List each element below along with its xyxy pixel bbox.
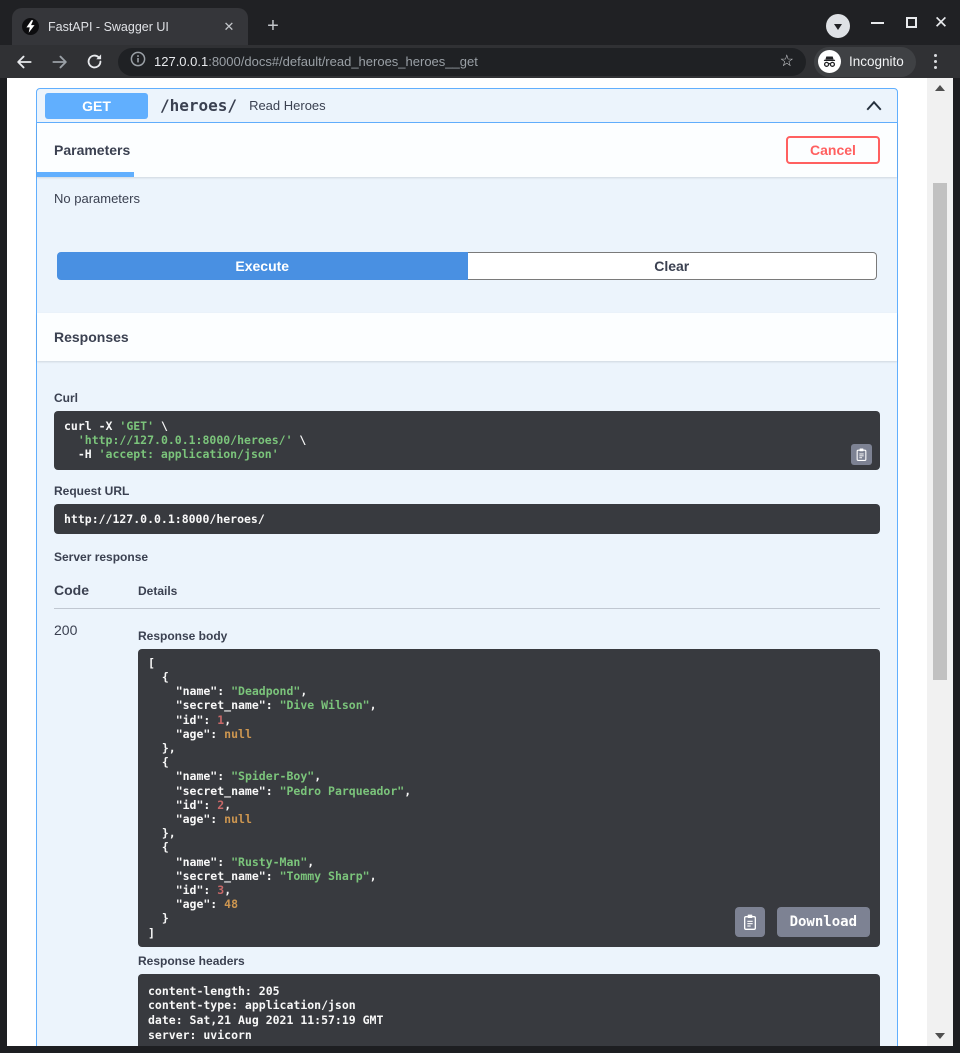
response-details-cell: Response body [ { "name": "Deadpond", "s… [138,622,880,1046]
caret-down-icon [834,24,842,30]
curl-label: Curl [54,391,880,405]
opblock-get-heroes: GET /heroes/ Read Heroes Parameters Canc… [36,88,898,1046]
back-button[interactable] [12,50,36,74]
responses-header: Responses [37,313,897,361]
response-body-actions: Download [735,907,870,937]
opblock-summary[interactable]: GET /heroes/ Read Heroes [37,89,897,123]
active-tab-underline [37,172,134,177]
browser-menu-button[interactable] [926,50,946,74]
browser-tab[interactable]: FastAPI - Swagger UI ✕ [12,8,248,45]
response-headers-block: content-length: 205content-type: applica… [138,974,880,1046]
scroll-down-icon[interactable] [927,1028,953,1044]
response-body-block: [ { "name": "Deadpond", "secret_name": "… [138,649,880,947]
request-url-block: http://127.0.0.1:8000/heroes/ [54,504,880,534]
execute-wrapper: Execute Clear [57,252,877,280]
bookmark-star-icon[interactable]: ☆ [780,54,794,70]
page-content: GET /heroes/ Read Heroes Parameters Canc… [7,78,953,1046]
execute-button[interactable]: Execute [57,252,468,280]
endpoint-summary: Read Heroes [249,98,326,113]
scrollbar-thumb[interactable] [933,183,947,680]
parameters-body: No parameters Execute Clear [37,177,897,313]
browser-toolbar: 127.0.0.1:8000/docs#/default/read_heroes… [0,45,960,78]
response-row-200: 200 Response body [ { "name": "Deadpond"… [54,609,880,1046]
server-response-label: Server response [54,550,880,564]
request-url-label: Request URL [54,484,880,498]
scroll-up-icon[interactable] [927,80,953,96]
reload-button[interactable] [82,50,106,74]
no-parameters-text: No parameters [54,191,880,206]
url-path: :8000/docs#/default/read_heroes_heroes__… [208,54,478,69]
scrollbar[interactable] [927,78,953,1046]
endpoint-path: /heroes/ [160,96,237,115]
clear-button[interactable]: Clear [468,252,878,280]
page-info-icon[interactable] [130,51,146,72]
forward-button[interactable] [48,50,72,74]
url-host: 127.0.0.1 [154,54,208,69]
tab-search-button[interactable] [826,14,850,38]
status-code: 200 [54,622,138,1046]
incognito-badge: Incognito [814,47,916,77]
window-minimize-button[interactable] [866,0,888,45]
collapse-chevron-icon[interactable] [865,99,883,113]
method-badge: GET [45,93,148,119]
details-column-header: Details [138,584,880,598]
download-button[interactable]: Download [777,907,870,937]
code-column-header: Code [54,582,138,598]
cancel-button[interactable]: Cancel [786,136,880,164]
responses-title: Responses [54,329,129,345]
parameters-title: Parameters [54,142,130,158]
incognito-label: Incognito [849,54,904,69]
parameters-header: Parameters Cancel [37,123,897,177]
new-tab-button[interactable]: + [262,16,284,38]
url-text: 127.0.0.1:8000/docs#/default/read_heroes… [154,54,478,69]
response-headers-label: Response headers [138,954,880,968]
responses-inner: Curl curl -X 'GET' \ 'http://127.0.0.1:8… [37,361,897,1046]
window-close-button[interactable]: ✕ [930,0,952,45]
tab-close-icon[interactable]: ✕ [220,18,238,36]
curl-command: curl -X 'GET' \ 'http://127.0.0.1:8000/h… [54,411,880,470]
response-table-header: Code Details [54,582,880,609]
window-maximize-button[interactable] [900,0,922,45]
tab-bar: FastAPI - Swagger UI ✕ + ✕ [0,0,960,45]
incognito-icon [818,50,841,73]
copy-curl-button[interactable] [851,444,872,465]
fastapi-favicon-icon [22,18,39,35]
response-body-label: Response body [138,629,880,643]
url-bar[interactable]: 127.0.0.1:8000/docs#/default/read_heroes… [118,48,806,76]
copy-response-button[interactable] [735,907,765,937]
tab-title: FastAPI - Swagger UI [48,20,220,34]
